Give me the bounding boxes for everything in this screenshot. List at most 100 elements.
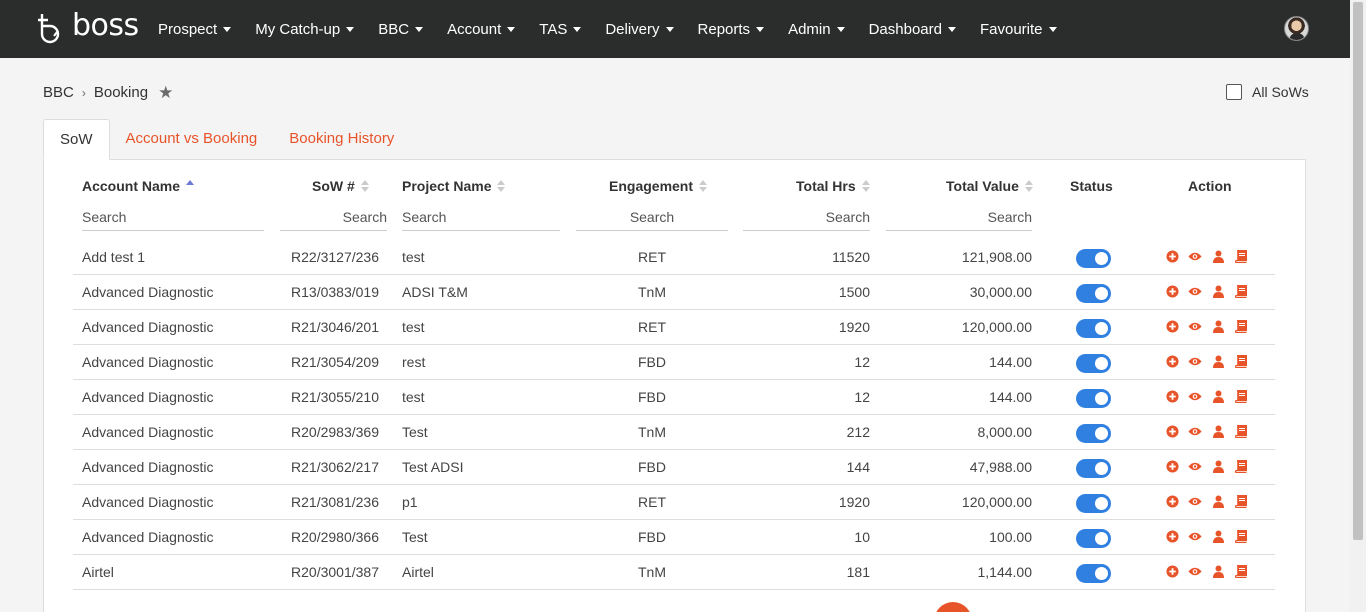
nav-item-bbc[interactable]: BBC: [378, 20, 424, 38]
plus-circle-icon[interactable]: [1165, 529, 1179, 543]
search-project-name[interactable]: [402, 204, 560, 231]
user-icon[interactable]: [1211, 354, 1225, 368]
breadcrumb-root[interactable]: BBC: [43, 84, 74, 101]
user-icon[interactable]: [1211, 529, 1225, 543]
status-toggle[interactable]: [1076, 459, 1111, 478]
all-sows-checkbox[interactable]: [1226, 84, 1242, 100]
book-icon[interactable]: [1234, 564, 1248, 578]
search-total-hrs[interactable]: [743, 204, 870, 231]
plus-circle-icon[interactable]: [1165, 249, 1179, 263]
sort-icon: [699, 179, 708, 193]
status-toggle[interactable]: [1076, 564, 1111, 583]
user-icon[interactable]: [1211, 424, 1225, 438]
cell-total-hrs: 181: [846, 564, 870, 580]
caret-down-icon: [756, 27, 765, 32]
eye-icon[interactable]: [1188, 424, 1202, 438]
eye-icon[interactable]: [1188, 284, 1202, 298]
eye-icon[interactable]: [1188, 459, 1202, 473]
col-project-name[interactable]: Project Name: [402, 178, 506, 194]
eye-icon[interactable]: [1188, 564, 1202, 578]
nav-item-favourite[interactable]: Favourite: [980, 21, 1057, 38]
book-icon[interactable]: [1234, 249, 1248, 263]
user-icon[interactable]: [1211, 389, 1225, 403]
tab-booking-history[interactable]: Booking History: [273, 119, 410, 160]
book-icon[interactable]: [1234, 494, 1248, 508]
table-row: Advanced Diagnostic R21/3054/209 rest FBD 12…: [73, 345, 1275, 380]
sort-icon: [360, 179, 369, 193]
cell-engagement: TnM: [638, 284, 666, 300]
status-toggle[interactable]: [1076, 284, 1111, 303]
all-sows-toggle[interactable]: All SoWs: [1226, 84, 1309, 100]
nav-item-admin[interactable]: Admin: [788, 21, 845, 38]
status-toggle[interactable]: [1076, 424, 1111, 443]
search-sow-number[interactable]: [280, 204, 387, 231]
cell-project-name: test: [402, 319, 425, 335]
col-engagement[interactable]: Engagement: [609, 178, 708, 194]
user-icon[interactable]: [1211, 284, 1225, 298]
nav-item-prospect[interactable]: Prospect: [158, 21, 232, 38]
plus-circle-icon[interactable]: [1165, 284, 1179, 298]
book-icon[interactable]: [1234, 459, 1248, 473]
nav-item-dashboard[interactable]: Dashboard: [869, 21, 956, 38]
book-icon[interactable]: [1234, 284, 1248, 298]
tab-sow[interactable]: SoW: [43, 119, 110, 160]
book-icon[interactable]: [1234, 319, 1248, 333]
row-actions: [1165, 424, 1248, 438]
cell-total-value: 144.00: [989, 389, 1032, 405]
caret-down-icon: [1048, 27, 1057, 32]
book-icon[interactable]: [1234, 354, 1248, 368]
status-toggle[interactable]: [1076, 389, 1111, 408]
eye-icon[interactable]: [1188, 494, 1202, 508]
book-icon[interactable]: [1234, 424, 1248, 438]
search-total-value[interactable]: [886, 204, 1032, 231]
nav-item-account[interactable]: Account: [447, 21, 516, 38]
col-total-value[interactable]: Total Value: [946, 178, 1033, 194]
plus-circle-icon[interactable]: [1165, 389, 1179, 403]
eye-icon[interactable]: [1188, 249, 1202, 263]
eye-icon[interactable]: [1188, 319, 1202, 333]
plus-circle-icon[interactable]: [1165, 354, 1179, 368]
col-account-name[interactable]: Account Name: [82, 178, 195, 194]
status-toggle[interactable]: [1076, 354, 1111, 373]
plus-circle-icon[interactable]: [1165, 459, 1179, 473]
user-avatar[interactable]: [1284, 16, 1309, 41]
user-icon[interactable]: [1211, 564, 1225, 578]
search-account-name[interactable]: [82, 204, 264, 231]
user-icon[interactable]: [1211, 459, 1225, 473]
search-engagement[interactable]: [576, 204, 728, 231]
cell-account-name: Advanced Diagnostic: [82, 389, 214, 405]
plus-circle-icon[interactable]: [1165, 424, 1179, 438]
col-sow-number[interactable]: SoW #: [312, 178, 369, 194]
eye-icon[interactable]: [1188, 389, 1202, 403]
book-icon[interactable]: [1234, 389, 1248, 403]
cell-project-name: Airtel: [402, 564, 434, 580]
scrollbar-thumb[interactable]: [1353, 2, 1363, 540]
boss-logo[interactable]: boss: [36, 8, 139, 46]
status-toggle[interactable]: [1076, 494, 1111, 513]
cell-project-name: p1: [402, 494, 418, 510]
sort-icon: [861, 179, 870, 193]
eye-icon[interactable]: [1188, 529, 1202, 543]
eye-icon[interactable]: [1188, 354, 1202, 368]
nav-item-label: BBC: [378, 20, 410, 38]
status-toggle[interactable]: [1076, 319, 1111, 338]
status-toggle[interactable]: [1076, 529, 1111, 548]
nav-item-my-catch-up[interactable]: My Catch-up: [255, 21, 355, 38]
nav-item-reports[interactable]: Reports: [698, 21, 765, 38]
caret-down-icon: [223, 27, 232, 32]
col-total-hrs[interactable]: Total Hrs: [796, 178, 870, 194]
vertical-scrollbar[interactable]: [1350, 0, 1366, 612]
star-icon[interactable]: ★: [158, 84, 173, 101]
user-icon[interactable]: [1211, 319, 1225, 333]
nav-item-label: Delivery: [605, 20, 660, 38]
nav-item-tas[interactable]: TAS: [539, 21, 582, 38]
status-toggle[interactable]: [1076, 249, 1111, 268]
plus-circle-icon[interactable]: [1165, 564, 1179, 578]
plus-circle-icon[interactable]: [1165, 319, 1179, 333]
tab-account-vs-booking[interactable]: Account vs Booking: [110, 119, 274, 160]
user-icon[interactable]: [1211, 494, 1225, 508]
book-icon[interactable]: [1234, 529, 1248, 543]
user-icon[interactable]: [1211, 249, 1225, 263]
plus-circle-icon[interactable]: [1165, 494, 1179, 508]
nav-item-delivery[interactable]: Delivery: [605, 20, 674, 38]
